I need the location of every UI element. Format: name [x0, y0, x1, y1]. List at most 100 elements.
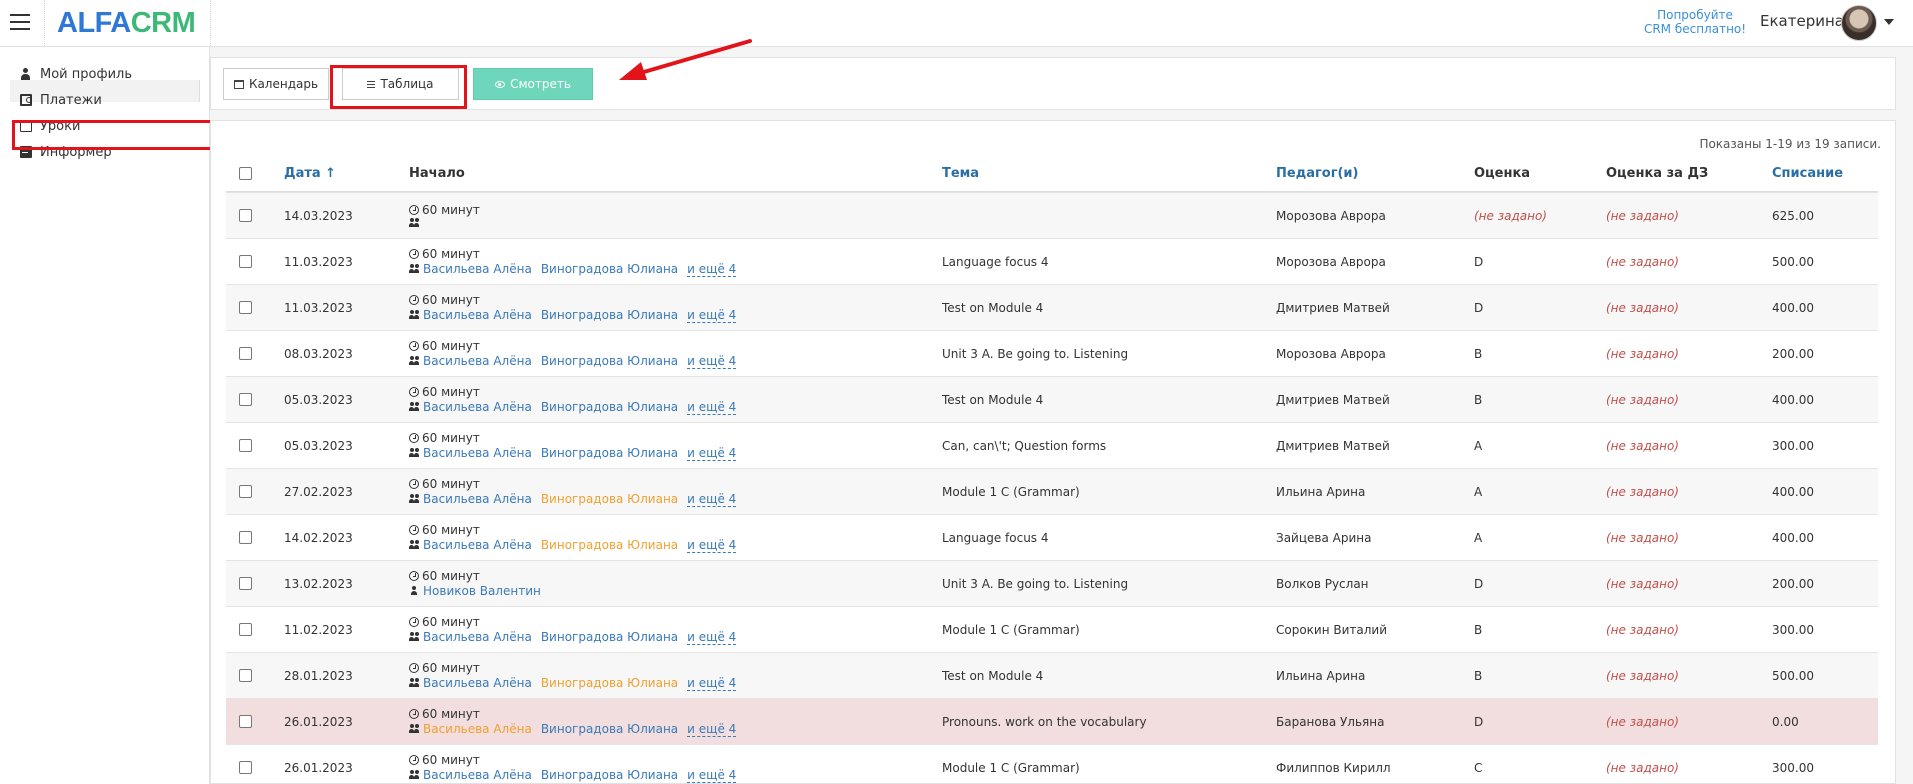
- row-checkbox[interactable]: [239, 439, 252, 452]
- clock-icon: [409, 754, 419, 765]
- student-link[interactable]: Виноградова Юлиана: [541, 262, 678, 276]
- annotation-highlight-lessons: [12, 120, 218, 150]
- menu-icon[interactable]: [10, 14, 30, 30]
- lesson-teacher: Сорокин Виталий: [1276, 622, 1388, 637]
- more-students-link[interactable]: и ещё 4: [687, 446, 737, 461]
- sidebar-item-profile[interactable]: Мой профиль: [20, 62, 132, 86]
- more-students-link[interactable]: и ещё 4: [687, 538, 737, 553]
- more-students-link[interactable]: и ещё 4: [687, 308, 737, 323]
- table-row[interactable]: 26.01.2023 60 минут Васильева Алёна Виног…: [226, 744, 1878, 784]
- table-row[interactable]: 11.03.2023 60 минут Васильева Алёна Виног…: [226, 238, 1878, 284]
- more-students-link[interactable]: и ещё 4: [687, 630, 737, 645]
- row-checkbox[interactable]: [239, 393, 252, 406]
- table-row[interactable]: 14.02.2023 60 минут Васильева Алёна Виног…: [226, 514, 1878, 560]
- clock-icon: [409, 340, 419, 351]
- row-checkbox[interactable]: [239, 485, 252, 498]
- row-checkbox[interactable]: [239, 761, 252, 774]
- column-charge[interactable]: Списание: [1772, 156, 1843, 191]
- more-students-link[interactable]: и ещё 4: [687, 676, 737, 691]
- more-students-link[interactable]: и ещё 4: [687, 492, 737, 507]
- student-link[interactable]: Васильева Алёна: [423, 446, 532, 460]
- column-teacher[interactable]: Педагог(и): [1276, 156, 1358, 191]
- sidebar-item-payments[interactable]: Платежи: [20, 88, 102, 112]
- student-link[interactable]: Виноградова Юлиана: [541, 354, 678, 368]
- row-checkbox[interactable]: [239, 301, 252, 314]
- table-row[interactable]: 13.02.2023 60 минут Новиков Валентин Uni…: [226, 560, 1878, 606]
- student-link[interactable]: Виноградова Юлиана: [541, 400, 678, 414]
- student-link[interactable]: Виноградова Юлиана: [541, 308, 678, 322]
- users-icon: [409, 494, 420, 504]
- table-row[interactable]: 27.02.2023 60 минут Васильева Алёна Виног…: [226, 468, 1878, 514]
- username[interactable]: Екатерина: [1760, 12, 1844, 30]
- student-link[interactable]: Васильева Алёна: [423, 722, 532, 736]
- lesson-date: 11.03.2023: [284, 300, 353, 315]
- table-row[interactable]: 05.03.2023 60 минут Васильева Алёна Виног…: [226, 376, 1878, 422]
- lesson-topic: Can, can\'t; Question forms: [942, 438, 1107, 453]
- row-checkbox[interactable]: [239, 531, 252, 544]
- avatar[interactable]: [1841, 5, 1877, 41]
- calendar-icon: [233, 79, 244, 89]
- table-row[interactable]: 08.03.2023 60 минут Васильева Алёна Виног…: [226, 330, 1878, 376]
- student-link[interactable]: Васильева Алёна: [423, 262, 532, 276]
- lesson-teacher: Филиппов Кирилл: [1276, 760, 1391, 775]
- student-link[interactable]: Васильева Алёна: [423, 492, 532, 506]
- student-link[interactable]: Васильева Алёна: [423, 308, 532, 322]
- more-students-link[interactable]: и ещё 4: [687, 354, 737, 369]
- student-link[interactable]: Виноградова Юлиана: [541, 538, 678, 552]
- student-link[interactable]: Васильева Алёна: [423, 354, 532, 368]
- more-students-link[interactable]: и ещё 4: [687, 768, 737, 783]
- student-link[interactable]: Васильева Алёна: [423, 538, 532, 552]
- table-row[interactable]: 14.03.2023 60 минут Морозова Аврора (не …: [226, 192, 1878, 238]
- row-checkbox[interactable]: [239, 347, 252, 360]
- column-topic[interactable]: Тема: [942, 156, 979, 191]
- logo[interactable]: ALFACRM: [44, 0, 211, 46]
- lesson-grade: A: [1474, 438, 1483, 453]
- lesson-hw-grade: (не задано): [1606, 300, 1679, 315]
- student-link[interactable]: Виноградова Юлиана: [541, 768, 678, 782]
- table-row[interactable]: 05.03.2023 60 минут Васильева Алёна Виног…: [226, 422, 1878, 468]
- view-button[interactable]: Смотреть: [473, 68, 593, 100]
- lesson-topic: Pronouns. work on the vocabulary: [942, 714, 1147, 729]
- clock-icon: [409, 386, 419, 397]
- more-students-link[interactable]: и ещё 4: [687, 262, 737, 277]
- more-students-link[interactable]: и ещё 4: [687, 400, 737, 415]
- row-checkbox[interactable]: [239, 669, 252, 682]
- student-link[interactable]: Виноградова Юлиана: [541, 676, 678, 690]
- student-link[interactable]: Виноградова Юлиана: [541, 722, 678, 736]
- try-free-link[interactable]: Попробуйте CRM бесплатно!: [1620, 8, 1770, 36]
- student-link[interactable]: Виноградова Юлиана: [541, 446, 678, 460]
- row-checkbox[interactable]: [239, 715, 252, 728]
- student-link[interactable]: Васильева Алёна: [423, 400, 532, 414]
- lesson-grade: A: [1474, 530, 1483, 545]
- records-summary: Показаны 1-19 из 19 записи.: [1699, 137, 1881, 151]
- calendar-view-button[interactable]: Календарь: [223, 68, 329, 100]
- row-checkbox[interactable]: [239, 623, 252, 636]
- lesson-topic: Module 1 C (Grammar): [942, 484, 1080, 499]
- clock-icon: [409, 294, 419, 305]
- users-icon: [409, 540, 420, 550]
- lesson-charge: 200.00: [1772, 346, 1814, 361]
- more-students-link[interactable]: и ещё 4: [687, 722, 737, 737]
- student-link[interactable]: Васильева Алёна: [423, 630, 532, 644]
- student-link[interactable]: Виноградова Юлиана: [541, 630, 678, 644]
- table-row[interactable]: 28.01.2023 60 минут Васильева Алёна Виног…: [226, 652, 1878, 698]
- student-link[interactable]: Виноградова Юлиана: [541, 492, 678, 506]
- table-row[interactable]: 11.03.2023 60 минут Васильева Алёна Виног…: [226, 284, 1878, 330]
- table-row[interactable]: 11.02.2023 60 минут Васильева Алёна Виног…: [226, 606, 1878, 652]
- lesson-charge: 500.00: [1772, 668, 1814, 683]
- row-checkbox[interactable]: [239, 577, 252, 590]
- lesson-topic: Language focus 4: [942, 530, 1049, 545]
- lesson-start: 60 минут Васильева Алёна Виноградова Юлиа…: [409, 699, 737, 744]
- lesson-date: 13.02.2023: [284, 576, 353, 591]
- row-checkbox[interactable]: [239, 255, 252, 268]
- chevron-down-icon[interactable]: [1884, 19, 1894, 25]
- student-link[interactable]: Васильева Алёна: [423, 676, 532, 690]
- lesson-date: 05.03.2023: [284, 438, 353, 453]
- row-checkbox[interactable]: [239, 209, 252, 222]
- column-date[interactable]: Дата ↑: [284, 156, 336, 191]
- student-link[interactable]: Васильева Алёна: [423, 768, 532, 782]
- clock-icon: [409, 708, 419, 719]
- table-row[interactable]: 26.01.2023 60 минут Васильева Алёна Виног…: [226, 698, 1878, 744]
- select-all-checkbox[interactable]: [239, 167, 252, 180]
- student-link[interactable]: Новиков Валентин: [423, 584, 541, 598]
